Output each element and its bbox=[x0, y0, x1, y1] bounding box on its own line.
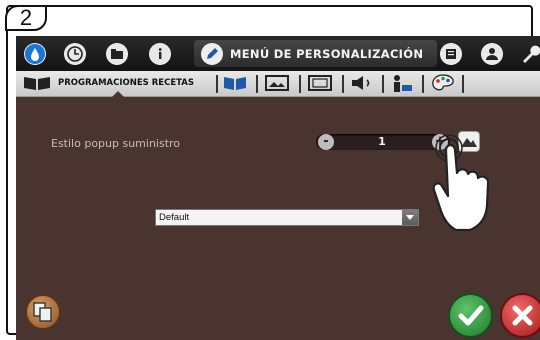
tab-separator bbox=[462, 75, 464, 93]
water-drop-icon[interactable] bbox=[24, 43, 46, 65]
tab-separator bbox=[422, 75, 424, 93]
sub-tab-bar: PROGRAMACIONES RECETAS bbox=[16, 71, 540, 97]
palette-icon[interactable] bbox=[430, 73, 456, 97]
book-icon[interactable] bbox=[222, 74, 248, 96]
menu-title-tab[interactable]: MENÚ DE PERSONALIZACIÓN bbox=[194, 40, 437, 67]
cancel-button[interactable] bbox=[500, 293, 540, 338]
style-select[interactable]: Default bbox=[155, 209, 419, 226]
notes-icon[interactable] bbox=[440, 43, 462, 65]
chevron-down-icon[interactable] bbox=[402, 210, 418, 225]
accept-button[interactable] bbox=[448, 293, 493, 338]
step-number-badge: 2 bbox=[5, 5, 47, 31]
tab-separator bbox=[216, 75, 218, 93]
copy-icon bbox=[33, 302, 52, 322]
tab-separator bbox=[382, 75, 384, 93]
tab-separator bbox=[256, 75, 258, 93]
image-icon[interactable] bbox=[264, 74, 290, 96]
close-icon bbox=[512, 305, 533, 326]
top-nav-bar: MENÚ DE PERSONALIZACIÓN bbox=[16, 36, 540, 71]
speaker-icon[interactable] bbox=[349, 74, 375, 96]
tab-separator bbox=[299, 75, 301, 93]
book-icon bbox=[22, 74, 52, 96]
checkmark-icon bbox=[458, 305, 484, 326]
wrench-icon[interactable] bbox=[519, 43, 540, 65]
pencil-icon bbox=[201, 43, 223, 65]
setting-label: Estilo popup suministro bbox=[51, 137, 181, 150]
active-tab-caret bbox=[112, 91, 124, 97]
tab-separator bbox=[342, 75, 344, 93]
device-screen: MENÚ DE PERSONALIZACIÓN PROGRAMACIONES R… bbox=[16, 36, 540, 340]
copy-button[interactable] bbox=[25, 294, 61, 330]
stepper-value: 1 bbox=[378, 135, 386, 148]
user-icon[interactable] bbox=[481, 43, 503, 65]
folder-icon[interactable] bbox=[106, 43, 128, 65]
frame-icon[interactable] bbox=[307, 74, 333, 96]
select-value: Default bbox=[159, 212, 190, 223]
tab-programaciones-recetas[interactable]: PROGRAMACIONES RECETAS bbox=[58, 78, 194, 88]
info-icon[interactable] bbox=[149, 43, 171, 65]
person-icon[interactable] bbox=[389, 73, 415, 97]
pointing-hand-icon bbox=[426, 126, 516, 246]
clock-icon[interactable] bbox=[64, 43, 86, 65]
menu-title: MENÚ DE PERSONALIZACIÓN bbox=[230, 47, 424, 61]
decrement-button[interactable]: - bbox=[318, 134, 334, 150]
